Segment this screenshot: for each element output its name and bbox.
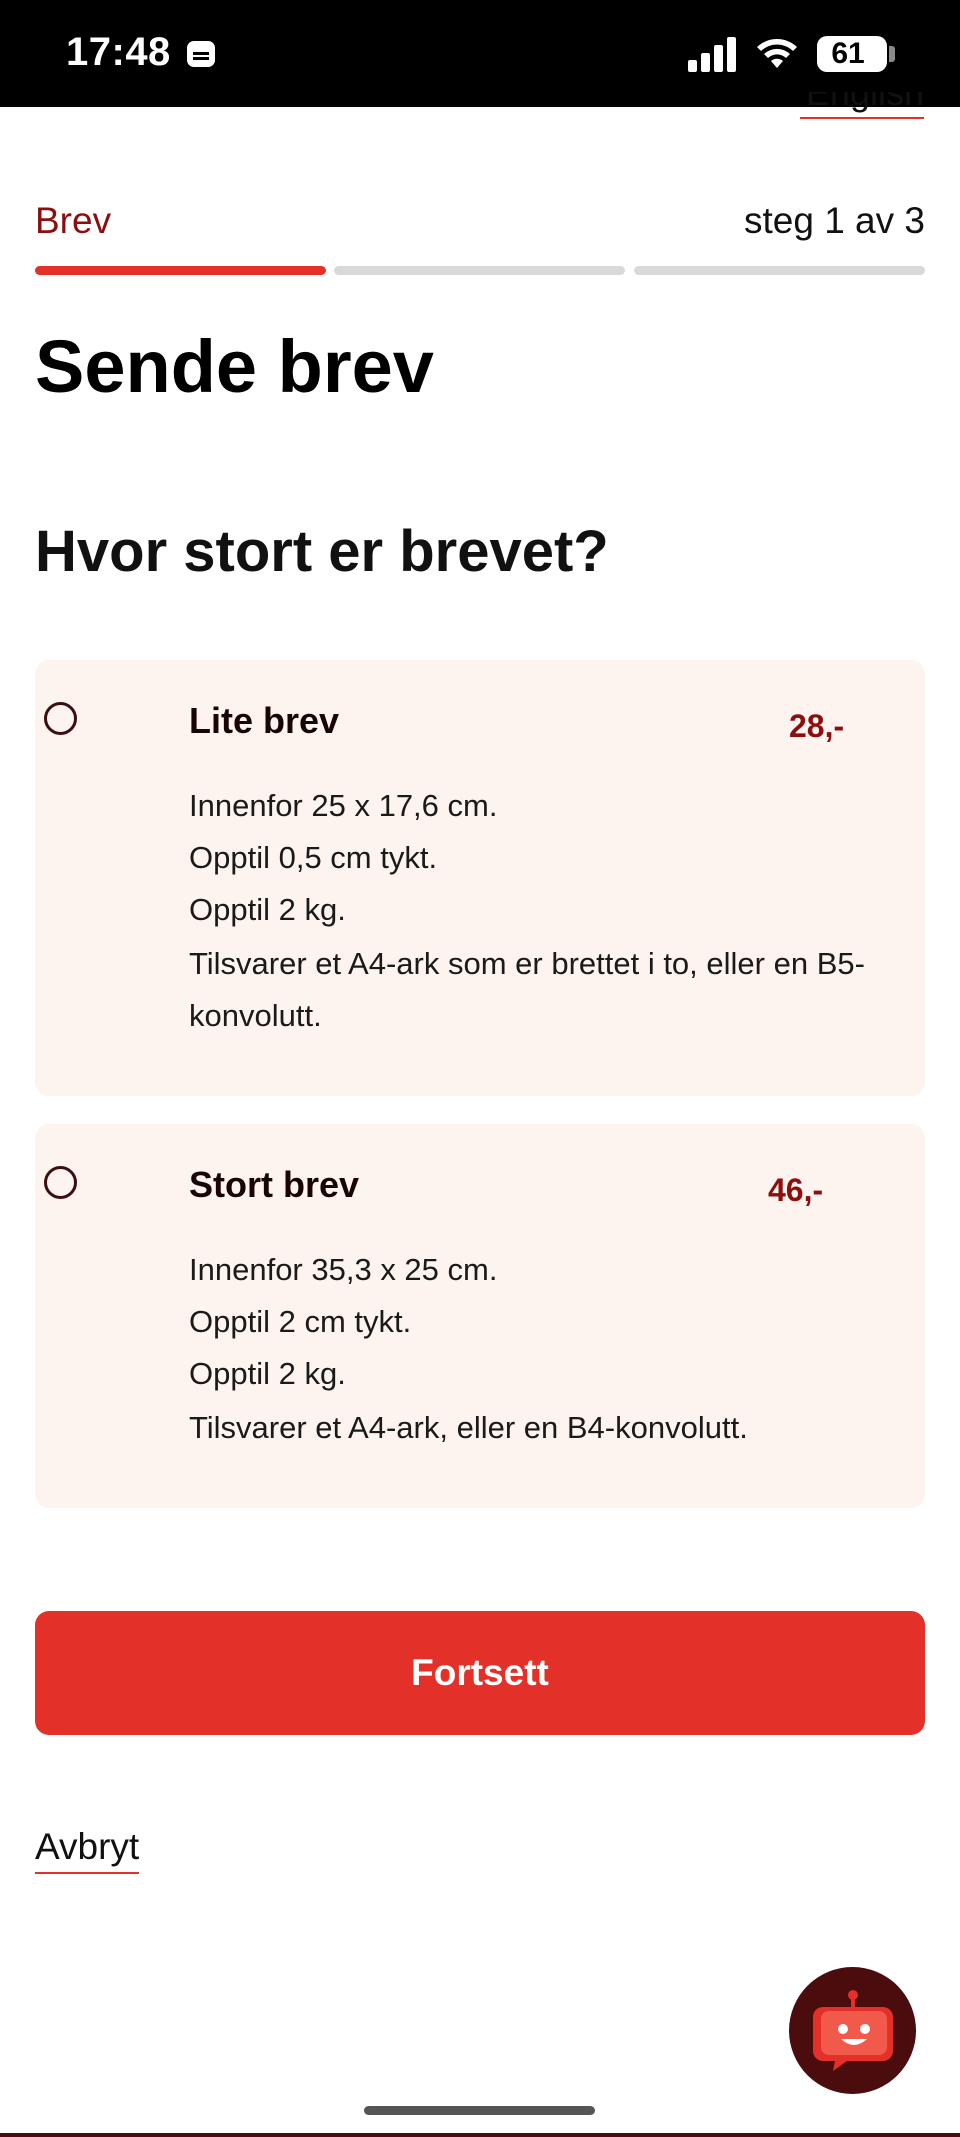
progress-step-2 [334,266,625,275]
step-label: Brev [35,200,112,241]
option-title: Lite brev [189,700,340,741]
option-specs: Innenfor 35,3 x 25 cm. Opptil 2 cm tykt.… [189,1244,497,1400]
option-title: Stort brev [189,1164,360,1205]
chatbot-icon [813,1990,893,2071]
spec-line: Innenfor 35,3 x 25 cm. [189,1252,498,1287]
small-letter-radio[interactable] [44,702,77,735]
spec-line: Opptil 2 kg. [189,892,346,927]
language-link-underline [800,117,924,119]
battery-level: 61 [831,37,865,70]
option-large-letter[interactable]: Stort brev 46,- Innenfor 35,3 x 25 cm. O… [35,1124,925,1508]
spec-line: Opptil 2 cm tykt. [189,1304,412,1339]
progress-step-3 [634,266,925,275]
language-link-label[interactable]: English [806,92,924,114]
step-progress [35,266,925,275]
spec-line: Innenfor 25 x 17,6 cm. [189,788,498,823]
option-note: Tilsvarer et A4-ark, eller en B4-konvolu… [189,1410,748,1445]
status-bar: 17:48 61 [0,0,960,107]
home-indicator[interactable] [364,2106,595,2115]
large-letter-radio[interactable] [44,1166,77,1199]
page-title: Sende brev [35,325,434,408]
cellular-signal-icon [688,37,736,72]
status-time: 17:48 [66,30,171,74]
sim-card-icon [187,41,215,67]
battery-cap [889,46,895,62]
option-price: 46,- [768,1172,824,1208]
chat-button[interactable] [789,1967,916,2094]
option-small-letter[interactable]: Lite brev 28,- Innenfor 25 x 17,6 cm. Op… [35,660,925,1096]
progress-step-1 [35,266,326,275]
cancel-link[interactable]: Avbryt [35,1826,140,1874]
option-specs: Innenfor 25 x 17,6 cm. Opptil 0,5 cm tyk… [189,780,497,936]
spec-line: Opptil 0,5 cm tykt. [189,840,438,875]
option-note: Tilsvarer et A4-ark som er brettet i to,… [189,946,865,1033]
wifi-icon [757,39,797,68]
continue-button[interactable]: Fortsett [35,1611,925,1735]
bottom-border [0,2133,960,2137]
battery-icon: 61 [817,36,887,72]
spec-line: Opptil 2 kg. [189,1356,346,1391]
option-price: 28,- [789,708,845,744]
size-question: Hvor stort er brevet? [35,519,609,584]
step-count: steg 1 av 3 [743,200,925,241]
